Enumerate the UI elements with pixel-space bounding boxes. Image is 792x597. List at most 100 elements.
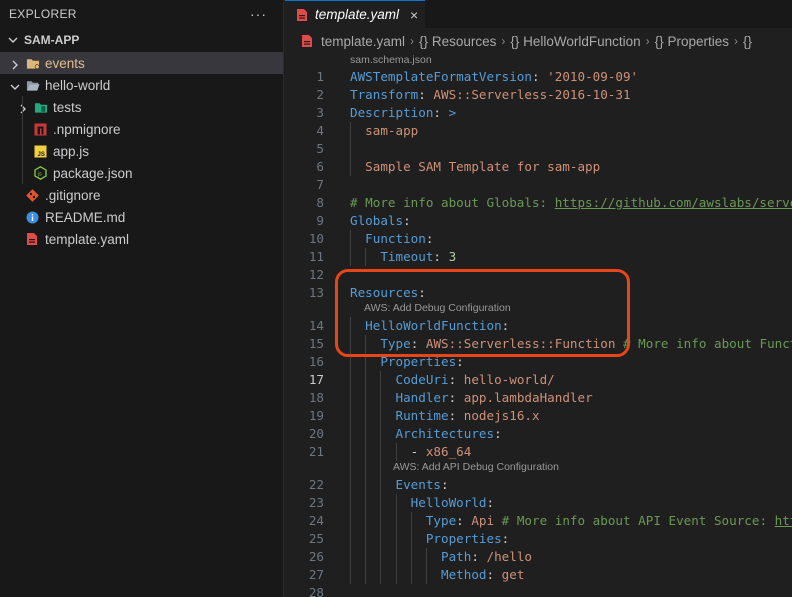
tree-item-template-yaml[interactable]: template.yaml: [0, 228, 283, 250]
tree-item-label: tests: [53, 99, 82, 115]
tree-item-app-js[interactable]: JS app.js: [0, 140, 283, 162]
code-token: Type: [380, 336, 411, 351]
tree-item-hello-world[interactable]: hello-world: [0, 74, 283, 96]
code-token: Function: [365, 231, 426, 246]
code-line: - x86_64: [350, 443, 472, 461]
svg-text:JS: JS: [37, 152, 44, 158]
chevron-right-icon: ›: [410, 34, 415, 48]
explorer-title: EXPLORER: [9, 7, 77, 21]
code-token: Transform: [350, 87, 419, 102]
schema-codelens[interactable]: sam.schema.json: [350, 54, 432, 66]
breadcrumb-file[interactable]: template.yaml: [321, 34, 405, 49]
code-token: Events: [395, 477, 442, 492]
tree-item-label: template.yaml: [45, 231, 130, 247]
code-line: Timeout: 3: [350, 248, 456, 266]
tab-bar: template.yaml ×: [285, 0, 792, 28]
project-header[interactable]: SAM-APP: [0, 28, 283, 52]
code-line: Sample SAM Template for sam-app: [350, 158, 600, 176]
chevron-right-icon: [10, 58, 20, 70]
chevron-right-icon: ›: [501, 34, 506, 48]
code-token[interactable]: https://github.com/awslabs/serverle: [555, 195, 792, 210]
code-line: Method: get: [350, 566, 524, 584]
code-editor[interactable]: 1 AWSTemplateFormatVersion: '2010-09-09' 2…: [285, 0, 792, 597]
code-token: Properties: [380, 354, 457, 369]
code-line: AWSTemplateFormatVersion: '2010-09-09': [350, 68, 638, 86]
line-number: 3: [316, 105, 324, 120]
code-token: # More info about Globals:: [350, 195, 555, 210]
breadcrumb-codeuri[interactable]: {}: [743, 34, 752, 49]
line-number: 9: [316, 213, 324, 228]
tree-item-events[interactable]: events: [0, 52, 283, 74]
code-line: Events:: [350, 476, 449, 494]
folder-icon: [26, 56, 40, 70]
code-token: :: [456, 513, 472, 528]
breadcrumb-properties[interactable]: {} Properties: [655, 34, 729, 49]
chevron-right-icon: [18, 102, 28, 114]
chevron-down-icon: [8, 37, 18, 43]
add-debug-config-codelens[interactable]: AWS: Add Debug Configuration: [364, 302, 511, 314]
info-icon: [25, 210, 39, 224]
code-token: AWS::Serverless-2016-10-31: [433, 87, 631, 102]
code-line: Type: Api # More info about API Event So…: [350, 512, 792, 530]
tree-item-npmignore[interactable]: .npmignore: [0, 118, 283, 140]
tree-item-package-json[interactable]: js package.json: [0, 162, 283, 184]
code-token: :: [403, 213, 411, 228]
code-token: :: [501, 531, 510, 546]
code-token: -: [350, 444, 426, 459]
breadcrumb-helloworldfunction[interactable]: {} HelloWorldFunction: [510, 34, 640, 49]
code-line: CodeUri: hello-world/: [350, 371, 555, 389]
line-number: 18: [308, 390, 324, 405]
code-token: Sample SAM Template for sam-app: [350, 159, 601, 174]
chevron-right-icon: ›: [645, 34, 650, 48]
code-token: AWSTemplateFormatVersion: [350, 69, 532, 84]
yaml-file-icon: [25, 232, 39, 246]
yaml-file-icon: [297, 9, 307, 21]
code-token: :: [456, 354, 464, 369]
breadcrumb: template.yaml › {} Resources › {} HelloW…: [285, 28, 792, 54]
line-number: 15: [308, 336, 324, 351]
line-number: 10: [308, 231, 324, 246]
tab-template-yaml[interactable]: template.yaml ×: [285, 0, 425, 28]
close-icon[interactable]: ×: [410, 7, 418, 23]
add-api-debug-config-codelens[interactable]: AWS: Add API Debug Configuration: [393, 461, 559, 473]
npm-icon: [33, 122, 47, 136]
nodejs-icon: js: [33, 166, 47, 180]
code-token: AWS::Serverless::Function: [425, 336, 616, 351]
more-actions-icon[interactable]: ···: [250, 6, 267, 22]
tree-item-readme-md[interactable]: README.md: [0, 206, 283, 228]
code-token: get: [501, 567, 525, 582]
line-number: 23: [308, 495, 324, 510]
folder-open-icon: [26, 78, 40, 92]
code-token: Path: [441, 549, 472, 564]
code-line: Resources:: [350, 284, 426, 302]
code-token: >: [448, 105, 457, 120]
explorer-sidebar: EXPLORER ··· SAM-APP events hello-world te…: [0, 0, 284, 597]
code-token: :: [486, 495, 495, 510]
tree-item-label: hello-world: [45, 77, 111, 93]
code-token: Handler: [395, 390, 449, 405]
tree-item-label: README.md: [45, 209, 126, 225]
tree-item-tests[interactable]: tests: [0, 96, 283, 118]
tree-item-gitignore[interactable]: .gitignore: [0, 184, 283, 206]
chevron-right-icon: ›: [733, 34, 738, 48]
explorer-header: EXPLORER ···: [0, 0, 283, 28]
code-token: :: [471, 549, 487, 564]
code-token: Resources: [350, 285, 419, 300]
tree-item-label: .npmignore: [53, 121, 121, 137]
code-token: HelloWorldFunction: [365, 318, 502, 333]
code-token[interactable]: https: [775, 513, 792, 528]
code-line: Path: /hello: [350, 548, 532, 566]
yaml-file-icon: [302, 35, 312, 47]
breadcrumb-resources[interactable]: {} Resources: [419, 34, 496, 49]
line-number: 17: [308, 372, 324, 387]
code-line: Runtime: nodejs16.x: [350, 407, 540, 425]
tree-item-label: package.json: [53, 165, 133, 181]
line-number: 28: [308, 585, 324, 597]
